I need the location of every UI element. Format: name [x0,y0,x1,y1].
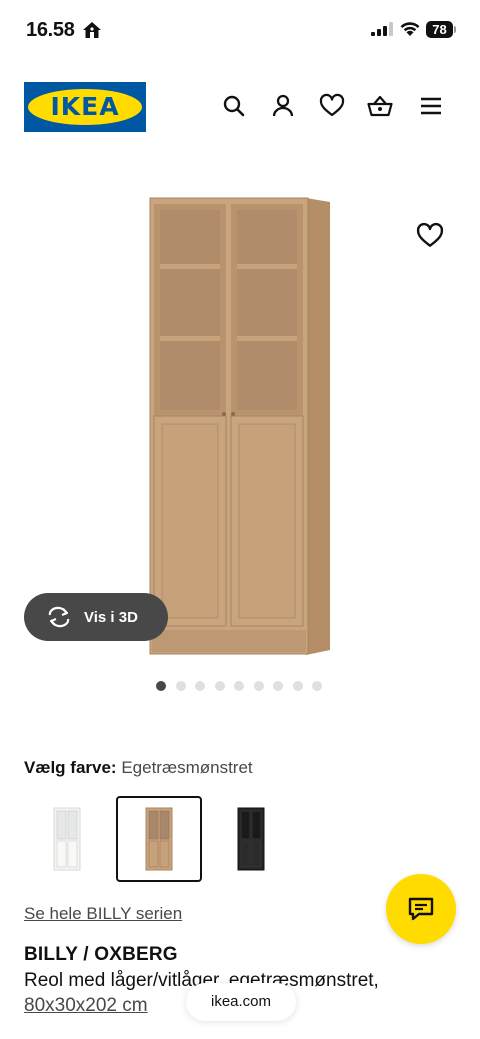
logo-text: IKEA [50,92,120,121]
see-series-link[interactable]: Se hele BILLY serien [24,904,182,924]
battery-indicator: 78 [426,21,456,38]
carousel-dot[interactable] [214,681,225,691]
view-3d-button[interactable]: Vis i 3D [24,593,168,641]
product-size-link[interactable]: 80x30x202 cm [24,995,148,1016]
search-icon [223,95,245,117]
basket-icon [367,95,393,117]
selected-color-value: Egetræsmønstret [121,758,253,777]
add-to-favourites-button[interactable] [416,222,444,250]
profile-button[interactable] [270,93,296,119]
carousel-dot[interactable] [253,681,264,691]
menu-icon [421,97,441,115]
menu-button[interactable] [418,93,444,119]
product-image[interactable] [0,150,480,670]
wifi-icon [400,22,420,36]
swatch-black[interactable] [208,796,294,882]
view-3d-label: Vis i 3D [84,608,138,626]
site-header: IKEA [0,80,480,134]
rotate-icon [48,606,70,628]
carousel-dot[interactable] [234,681,244,691]
heart-icon [416,222,444,247]
color-label-title: Vælg farve: [24,758,117,777]
white-bookcase-thumbnail [53,807,81,871]
carousel-dots [156,681,332,691]
battery-tip [454,26,456,33]
swatch-oak-effect[interactable] [116,796,202,882]
ikea-logo[interactable]: IKEA [24,82,146,132]
battery-level: 78 [426,21,453,38]
carousel-dot[interactable] [312,681,322,691]
home-icon [83,22,101,38]
search-button[interactable] [221,93,247,119]
carousel-dot[interactable] [195,681,205,691]
black-bookcase-thumbnail [237,807,265,871]
color-swatches [24,796,300,882]
status-bar: 16.58 78 [0,0,480,60]
product-name: BILLY / OXBERG [24,944,178,965]
carousel-dot[interactable] [175,681,186,691]
color-selector-label: Vælg farve: Egetræsmønstret [24,758,253,778]
carousel-dot[interactable] [292,681,303,691]
status-time: 16.58 [26,19,75,41]
carousel-dot[interactable] [156,681,166,691]
oak-bookcase-thumbnail [145,807,173,871]
carousel-dot[interactable] [273,681,283,691]
cellular-signal-icon [371,22,393,36]
basket-button[interactable] [367,93,393,119]
favourites-button[interactable] [319,93,345,119]
chat-icon [408,897,434,921]
browser-url-bar[interactable]: ikea.com [186,983,296,1021]
profile-icon [272,94,294,117]
bookcase-illustration [149,197,330,655]
heart-icon [319,93,345,117]
chat-button[interactable] [386,874,456,944]
swatch-white[interactable] [24,796,110,882]
